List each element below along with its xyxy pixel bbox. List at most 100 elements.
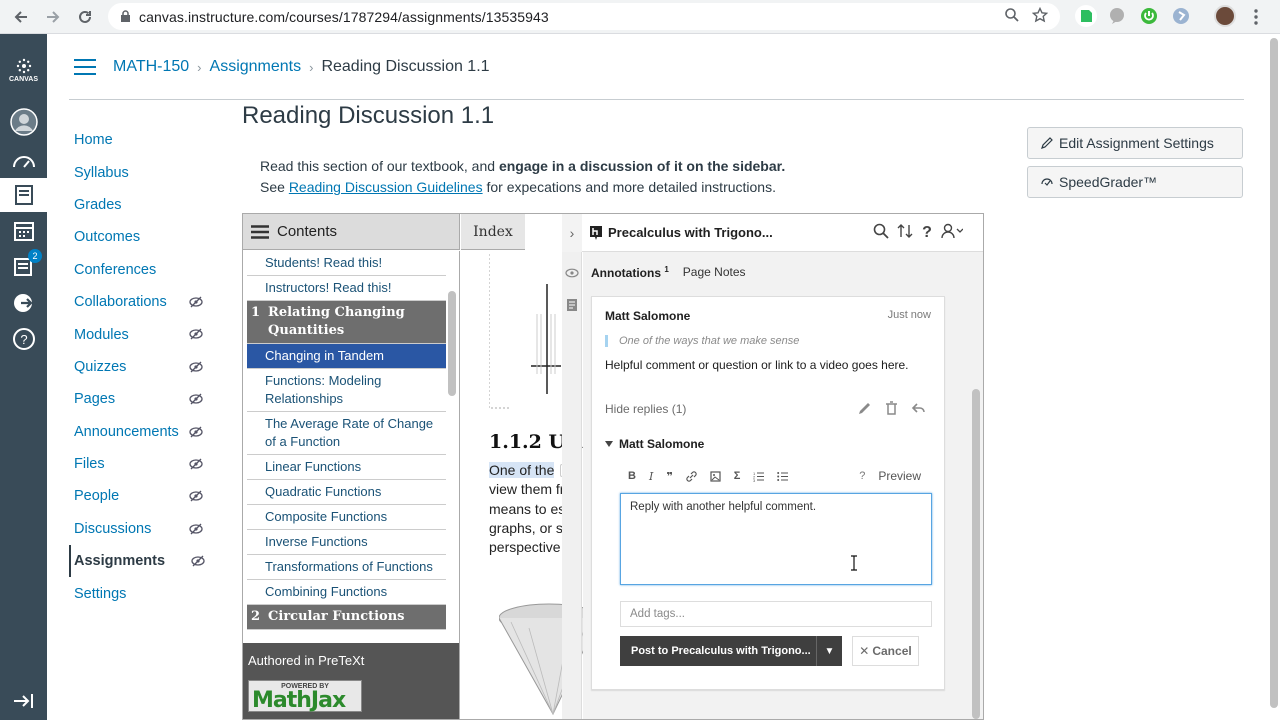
zoom-icon[interactable]	[1004, 7, 1020, 23]
course-nav-settings[interactable]: Settings	[69, 577, 219, 609]
mathjax-logo[interactable]: POWERED BY MathJax	[248, 680, 362, 713]
toc-item[interactable]: Transformations of Functions	[247, 555, 446, 580]
italic-icon[interactable]: I	[649, 470, 653, 483]
show-highlights-eye-icon[interactable]	[565, 266, 579, 280]
annotation-quote[interactable]: One of the ways that we make sense	[605, 335, 799, 347]
course-nav-home[interactable]: Home	[69, 124, 219, 156]
annotation-author[interactable]: Matt Salomone	[605, 309, 690, 323]
forward-icon[interactable]	[38, 2, 68, 32]
toc-item-current[interactable]: Changing in Tandem	[247, 344, 446, 369]
edit-assignment-settings-button[interactable]: Edit Assignment Settings	[1027, 127, 1243, 159]
formatting-help-link[interactable]: ?	[859, 470, 865, 482]
description-bold-text: engage in a discussion of it on the side…	[498, 158, 786, 174]
toc-item[interactable]: Functions: Modeling Relationships	[247, 369, 446, 412]
toc-item[interactable]: Combining Functions	[247, 580, 446, 605]
course-nav-pages[interactable]: Pages	[69, 383, 219, 415]
toc-item[interactable]: Instructors! Read this!	[247, 276, 446, 301]
annotation-group[interactable]: Precalculus with Trigono...	[590, 225, 773, 240]
tags-input[interactable]: Add tags...	[620, 601, 932, 627]
quote-icon[interactable]: ❞	[666, 470, 672, 483]
breadcrumb-course-link[interactable]: MATH-150	[113, 58, 189, 76]
toc-item[interactable]: Linear Functions	[247, 455, 446, 480]
course-nav-grades[interactable]: Grades	[69, 189, 219, 221]
course-nav-quizzes[interactable]: Quizzes	[69, 351, 219, 383]
toc-item[interactable]: Students! Read this!	[247, 251, 446, 276]
course-nav-label: Assignments	[74, 553, 166, 570]
courses-icon[interactable]	[0, 178, 47, 212]
help-icon[interactable]: ?	[921, 223, 933, 239]
collapse-nav-icon[interactable]	[0, 684, 47, 718]
link-icon[interactable]	[686, 470, 697, 482]
canvas-logo[interactable]: CANVAS	[0, 50, 47, 90]
toc-scrollbar[interactable]	[448, 291, 456, 396]
bold-icon[interactable]: B	[628, 470, 636, 482]
help-icon[interactable]: ?	[0, 322, 47, 356]
course-nav-conferences[interactable]: Conferences	[69, 254, 219, 286]
menu-icon	[251, 224, 269, 239]
search-icon[interactable]	[873, 223, 889, 239]
guidelines-link[interactable]: Reading Discussion Guidelines	[289, 179, 483, 195]
course-nav-outcomes[interactable]: Outcomes	[69, 221, 219, 253]
power-extension-icon[interactable]	[1138, 5, 1160, 27]
address-bar[interactable]: canvas.instructure.com/courses/1787294/a…	[108, 3, 1060, 30]
page-notes-icon[interactable]	[565, 298, 579, 312]
toc-item[interactable]: Quadratic Functions	[247, 480, 446, 505]
collapse-sidebar-icon[interactable]: ›	[562, 214, 582, 252]
image-icon[interactable]	[710, 470, 721, 482]
commons-icon[interactable]	[0, 286, 47, 320]
back-icon[interactable]	[6, 2, 36, 32]
bullet-list-icon[interactable]	[777, 471, 789, 482]
profile-avatar[interactable]	[1214, 5, 1236, 27]
course-nav-modules[interactable]: Modules	[69, 318, 219, 350]
course-nav-syllabus[interactable]: Syllabus	[69, 156, 219, 188]
account-icon[interactable]	[0, 105, 47, 139]
highlighted-text[interactable]: One of the	[489, 462, 555, 478]
bookmark-star-icon[interactable]	[1032, 7, 1048, 23]
course-nav-collaborations[interactable]: Collaborations	[69, 286, 219, 318]
tab-page-notes[interactable]: Page Notes	[683, 265, 746, 280]
chat-extension-icon[interactable]	[1106, 5, 1128, 27]
math-icon[interactable]: Σ	[734, 470, 741, 482]
breadcrumb-assignments-link[interactable]: Assignments	[210, 58, 302, 76]
index-button[interactable]: Index	[461, 214, 525, 250]
delete-icon[interactable]	[884, 401, 899, 416]
toc-item[interactable]: Inverse Functions	[247, 530, 446, 555]
edit-icon[interactable]	[857, 401, 872, 416]
hamburger-menu-icon[interactable]	[74, 58, 96, 76]
toc-chapter[interactable]: 2 Circular Functions	[247, 605, 446, 630]
course-nav-files[interactable]: Files	[69, 448, 219, 480]
inbox-icon[interactable]: 2	[0, 249, 47, 283]
course-nav-discussions[interactable]: Discussions	[69, 513, 219, 545]
tab-annotations[interactable]: Annotations 1	[591, 265, 669, 280]
numbered-list-icon[interactable]: 123	[753, 471, 765, 482]
toc-item[interactable]: Composite Functions	[247, 505, 446, 530]
reload-icon[interactable]	[70, 2, 100, 32]
sidebar-scrollbar[interactable]	[972, 389, 980, 719]
calendar-icon[interactable]	[0, 214, 47, 248]
post-options-dropdown[interactable]: ▼	[816, 636, 842, 666]
pretext-credit[interactable]: Authored in PreTeXt	[248, 653, 364, 668]
post-button[interactable]: Post to Precalculus with Trigono... ▼	[620, 636, 842, 666]
page-scrollbar[interactable]	[1270, 38, 1278, 708]
course-nav-label: Pages	[74, 391, 116, 408]
cancel-button[interactable]: ✕ Cancel	[852, 636, 919, 666]
browser-menu-icon[interactable]	[1253, 8, 1259, 26]
reply-textarea[interactable]: Reply with another helpful comment.	[620, 493, 932, 585]
course-nav-people[interactable]: People	[69, 480, 219, 512]
hide-replies-link[interactable]: Hide replies (1)	[605, 402, 686, 416]
user-account-icon[interactable]	[941, 223, 963, 239]
hypothesis-extension-icon[interactable]	[1170, 5, 1192, 27]
dashboard-icon[interactable]	[0, 144, 47, 178]
toc-chapter[interactable]: 1 Relating Changing Quantities	[247, 301, 446, 344]
preview-button[interactable]: Preview	[878, 469, 921, 483]
course-nav-assignments[interactable]: Assignments	[69, 545, 219, 578]
reply-icon[interactable]	[911, 401, 926, 416]
annotation-timestamp[interactable]: Just now	[888, 309, 931, 321]
course-nav-announcements[interactable]: Announcements	[69, 416, 219, 448]
contents-button[interactable]: Contents	[243, 214, 460, 250]
reply-header[interactable]: Matt Salomone	[605, 437, 704, 451]
sort-icon[interactable]	[897, 223, 913, 239]
evernote-extension-icon[interactable]	[1075, 5, 1097, 27]
toc-item[interactable]: The Average Rate of Change of a Function	[247, 412, 446, 455]
speedgrader-button[interactable]: SpeedGrader™	[1027, 166, 1243, 198]
